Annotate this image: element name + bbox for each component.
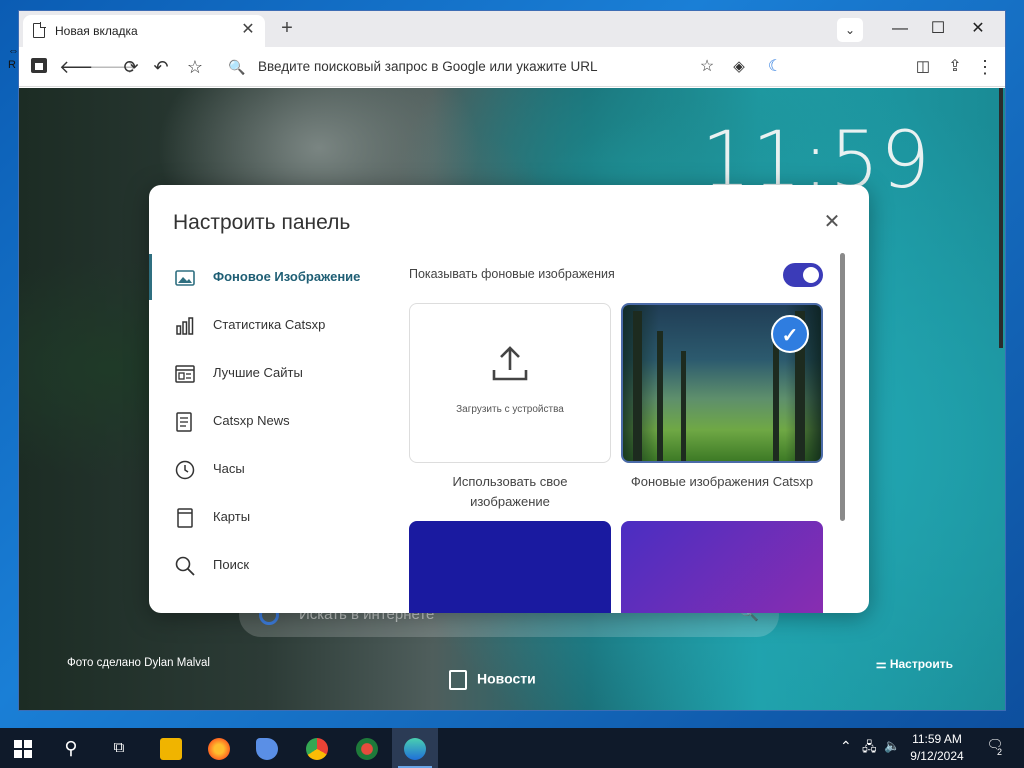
tab-new-tab[interactable]: Новая вкладка ✕ bbox=[23, 15, 265, 47]
nav-label: Часы bbox=[213, 461, 245, 476]
dialog-scrollbar[interactable] bbox=[840, 253, 845, 521]
page-scrollbar[interactable] bbox=[999, 88, 1003, 348]
nav-label: Статистика Catsxp bbox=[213, 317, 326, 332]
taskbar-time: 11:59 AM bbox=[912, 732, 962, 746]
notification-center-icon[interactable]: 🗨 2 bbox=[984, 737, 1006, 759]
clock-icon bbox=[175, 460, 195, 480]
back-arrow-icon[interactable]: 🡐 bbox=[59, 55, 107, 79]
forward-arrow-icon[interactable]: 🡒 bbox=[89, 55, 137, 79]
upload-icon bbox=[492, 346, 528, 381]
catsxp-backgrounds-card[interactable]: ✓ bbox=[621, 303, 823, 463]
nav-item-news[interactable]: Catsxp News bbox=[149, 398, 389, 446]
taskbar: ⚲ ⧉ ⌃ 🖧 🔈 11:59 AM 9/12/2024 🗨 2 bbox=[0, 728, 1024, 768]
nav-label: Поиск bbox=[213, 557, 250, 572]
sidebar-icon[interactable]: ◫ bbox=[911, 55, 935, 79]
start-button[interactable] bbox=[0, 728, 46, 768]
volume-icon[interactable]: 🔈 bbox=[884, 738, 900, 754]
document-icon bbox=[33, 22, 46, 38]
settings-nav: Фоновое Изображение Статистика Catsxp Лу… bbox=[149, 254, 389, 590]
background-settings: Показывать фоновые изображения Загрузить… bbox=[409, 254, 829, 613]
close-window-button[interactable]: ✕ bbox=[963, 18, 993, 40]
layers-icon[interactable]: ◈ bbox=[727, 55, 751, 79]
bookmark-star-icon[interactable]: ☆ bbox=[695, 55, 719, 79]
nav-label: Catsxp News bbox=[213, 413, 290, 428]
sliders-icon: ⚌ bbox=[875, 657, 887, 671]
toolbar: 🡐 🡒 ⟳ ↶ ☆ 🔍 Введите поисковый запрос в G… bbox=[19, 47, 1005, 87]
omnibox[interactable]: Введите поисковый запрос в Google или ук… bbox=[258, 59, 678, 74]
show-backgrounds-label: Показывать фоновые изображения bbox=[409, 267, 615, 281]
customize-button[interactable]: ⚌ Настроить bbox=[876, 657, 953, 671]
color-swatch-blue[interactable] bbox=[409, 521, 611, 613]
top-sites-icon bbox=[175, 365, 195, 383]
photo-credit[interactable]: Фото сделано Dylan Malval bbox=[67, 657, 210, 669]
upload-caption: Загрузить с устройства bbox=[456, 404, 564, 415]
app-icon[interactable] bbox=[344, 728, 390, 768]
bird-app-icon[interactable] bbox=[244, 728, 290, 768]
omnibox-search-icon: 🔍 bbox=[228, 59, 246, 75]
customize-dialog: Настроить панель ✕ Фоновое Изображение С… bbox=[149, 185, 869, 613]
nav-item-clock[interactable]: Часы bbox=[149, 446, 389, 494]
file-explorer-icon[interactable] bbox=[148, 728, 194, 768]
show-backgrounds-toggle[interactable] bbox=[783, 263, 823, 287]
maximize-button[interactable]: ☐ bbox=[923, 18, 953, 40]
catsxp-taskbar-icon[interactable] bbox=[392, 728, 438, 768]
search-icon bbox=[175, 556, 195, 576]
cloud-upload-icon[interactable]: ⇪ bbox=[943, 55, 967, 79]
nav-item-top-sites[interactable]: Лучшие Сайты bbox=[149, 350, 389, 398]
taskbar-search-icon[interactable]: ⚲ bbox=[48, 728, 94, 768]
minimize-button[interactable]: — bbox=[885, 18, 915, 40]
tab-search-button[interactable]: ⌄ bbox=[837, 18, 863, 42]
nav-item-background[interactable]: Фоновое Изображение bbox=[149, 254, 389, 302]
nav-item-search[interactable]: Поиск bbox=[149, 542, 389, 590]
catsxp-home-icon[interactable] bbox=[27, 55, 51, 79]
tab-title: Новая вкладка bbox=[55, 24, 138, 38]
selected-check-icon: ✓ bbox=[771, 315, 809, 353]
firefox-icon[interactable] bbox=[196, 728, 242, 768]
bookmark-star-outline-icon[interactable]: ☆ bbox=[183, 55, 207, 79]
undo-icon[interactable]: ↶ bbox=[149, 55, 173, 79]
tab-strip: Новая вкладка ✕ + ⌄ — ☐ ✕ bbox=[19, 11, 1005, 47]
dialog-title: Настроить панель bbox=[173, 211, 351, 234]
news-label: Новости bbox=[477, 670, 536, 687]
notification-count: 2 bbox=[997, 747, 1003, 757]
taskbar-clock[interactable]: 11:59 AM 9/12/2024 bbox=[906, 731, 968, 765]
taskbar-date: 9/12/2024 bbox=[910, 749, 964, 763]
nav-label: Фоновое Изображение bbox=[213, 269, 361, 284]
windows-logo-icon bbox=[14, 740, 32, 759]
menu-icon[interactable]: ⋮ bbox=[973, 55, 997, 79]
cards-icon bbox=[177, 508, 193, 528]
customize-label: Настроить bbox=[889, 657, 953, 671]
stats-icon bbox=[176, 317, 194, 335]
dialog-close-icon[interactable]: ✕ bbox=[821, 211, 843, 233]
new-tab-button[interactable]: + bbox=[275, 17, 299, 41]
color-swatch-purple[interactable] bbox=[621, 521, 823, 613]
news-button[interactable]: Новости bbox=[449, 670, 536, 690]
chrome-icon[interactable] bbox=[294, 728, 340, 768]
show-hidden-icons-icon[interactable]: ⌃ bbox=[840, 738, 852, 755]
nav-item-stats[interactable]: Статистика Catsxp bbox=[149, 302, 389, 350]
network-icon[interactable]: 🖧 bbox=[862, 738, 877, 760]
upload-image-card[interactable]: Загрузить с устройства bbox=[409, 303, 611, 463]
catsxp-card-label: Фоновые изображения Catsxp bbox=[630, 474, 814, 489]
upload-card-label: Использовать свое изображение bbox=[452, 474, 568, 509]
reload-icon[interactable]: ⟳ bbox=[119, 55, 143, 79]
task-view-icon[interactable]: ⧉ bbox=[96, 728, 142, 768]
news-icon bbox=[176, 412, 192, 432]
tab-close-icon[interactable]: ✕ bbox=[239, 21, 257, 39]
moon-icon[interactable]: ☾ bbox=[763, 55, 787, 79]
nav-item-cards[interactable]: Карты bbox=[149, 494, 389, 542]
nav-label: Карты bbox=[213, 509, 251, 524]
news-icon bbox=[449, 670, 467, 690]
image-icon bbox=[175, 270, 195, 286]
nav-label: Лучшие Сайты bbox=[213, 365, 303, 380]
